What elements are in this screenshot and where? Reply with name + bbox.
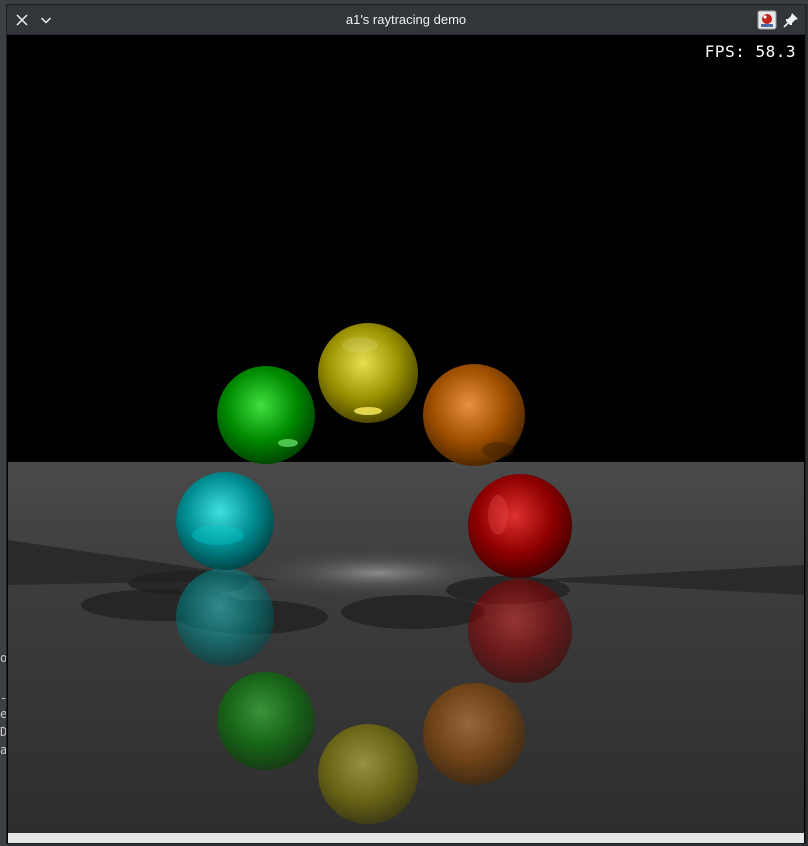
sphere-shadow [341,595,485,629]
sphere-yellow [318,323,418,423]
sphere-green [217,366,315,464]
reflection-cyan [176,568,274,666]
window-bottom-edge [8,833,804,843]
titlebar[interactable]: a1's raytracing demo [7,5,805,35]
reflection-green [217,672,315,770]
app-window: a1's raytracing demo FPS: 58.3 [6,4,806,844]
sphere-cyan [176,472,274,570]
raytraced-scene [8,323,804,833]
reflection-orange [423,683,525,785]
sphere-red [468,474,572,578]
window-title: a1's raytracing demo [345,12,467,27]
fps-counter: FPS: 58.3 [704,42,796,61]
sphere-orange [423,364,525,466]
reflection-yellow [318,724,418,824]
pin-button[interactable] [782,11,800,29]
reflection-red [468,579,572,683]
app-icon[interactable] [757,10,777,30]
pin-icon [783,13,798,28]
render-canvas[interactable]: FPS: 58.3 [8,35,804,833]
